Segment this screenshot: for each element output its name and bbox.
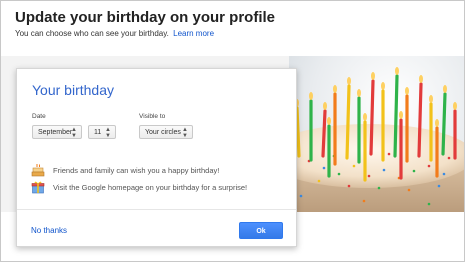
info-text-wishes: Friends and family can wish you a happy …	[53, 166, 220, 175]
up-down-arrows-icon: ▲ ▼	[71, 127, 77, 139]
gift-icon	[31, 180, 45, 194]
cake-icon	[31, 163, 45, 177]
day-select-value: 11	[94, 129, 102, 136]
day-select[interactable]: 11 ▲ ▼	[88, 125, 116, 139]
info-text-surprise: Visit the Google homepage on your birthd…	[53, 183, 248, 192]
info-row-wishes: Friends and family can wish you a happy …	[31, 163, 281, 177]
up-down-arrows-icon: ▲ ▼	[105, 127, 111, 139]
visibility-select[interactable]: Your circles ▲ ▼	[139, 125, 193, 139]
visible-to-label: Visible to	[139, 113, 166, 120]
dialog-title: Your birthday	[32, 82, 114, 98]
month-select[interactable]: September ▲ ▼	[32, 125, 82, 139]
month-select-value: September	[38, 129, 73, 136]
page-subtitle: You can choose who can see your birthday…	[15, 29, 214, 38]
info-row-surprise: Visit the Google homepage on your birthd…	[31, 180, 293, 194]
page-title: Update your birthday on your profile	[15, 9, 276, 26]
date-label: Date	[32, 113, 46, 120]
learn-more-link[interactable]: Learn more	[173, 29, 214, 38]
ok-button[interactable]: Ok	[239, 222, 283, 239]
up-down-arrows-icon: ▲ ▼	[182, 127, 188, 139]
no-thanks-link[interactable]: No thanks	[31, 226, 67, 235]
visibility-select-value: Your circles	[145, 129, 181, 136]
birthday-cake-photo	[289, 56, 464, 212]
dialog-divider	[17, 209, 296, 210]
birthday-promo-panel: Update your birthday on your profile You…	[0, 0, 465, 262]
subtitle-text: You can choose who can see your birthday…	[15, 29, 169, 38]
birthday-dialog: Your birthday Date September ▲ ▼ 11 ▲ ▼ Vi…	[16, 68, 297, 247]
